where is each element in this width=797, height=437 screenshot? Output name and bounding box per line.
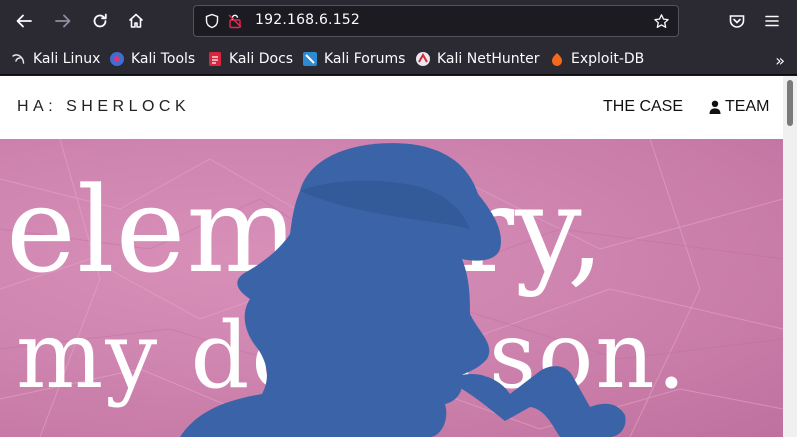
- bookmark-kali-tools[interactable]: Kali Tools: [109, 49, 195, 69]
- pocket-icon: [729, 15, 745, 28]
- bookmark-label: Kali Forums: [324, 51, 406, 67]
- shield-icon[interactable]: [204, 13, 220, 29]
- insecure-lock-icon[interactable]: [227, 13, 243, 29]
- kali-tools-icon: [110, 52, 124, 66]
- web-page: HA: SHERLOCK THE CASE TEAM elem tary, my: [0, 76, 783, 437]
- hero-banner: elem tary, my de vatson.: [0, 139, 783, 437]
- forward-arrow-icon: [55, 14, 71, 28]
- bookmark-star-icon[interactable]: [653, 13, 670, 30]
- back-arrow-icon: [16, 14, 32, 28]
- site-header: HA: SHERLOCK THE CASE TEAM: [0, 76, 783, 139]
- bookmark-kali-linux[interactable]: Kali Linux: [11, 49, 100, 69]
- home-button[interactable]: [123, 8, 149, 34]
- nav-the-case-label: THE CASE: [603, 98, 684, 115]
- bookmark-label: Kali NetHunter: [437, 51, 540, 67]
- kali-docs-icon: [209, 52, 221, 66]
- home-icon: [128, 13, 144, 28]
- user-icon: [709, 100, 721, 114]
- exploit-db-icon: [552, 53, 562, 66]
- nav-team-label: TEAM: [725, 98, 770, 115]
- nav-team[interactable]: TEAM: [709, 98, 769, 116]
- bookmark-kali-forums[interactable]: Kali Forums: [302, 49, 405, 69]
- scrollbar-thumb[interactable]: [787, 80, 793, 126]
- menu-button[interactable]: [761, 10, 783, 32]
- reload-icon: [93, 13, 107, 28]
- kali-forums-icon: [303, 52, 317, 66]
- bookmarks-toolbar: Kali Linux Kali Tools Kali Docs Kali For…: [0, 42, 797, 75]
- bookmark-kali-docs[interactable]: Kali Docs: [207, 49, 293, 69]
- bookmark-kali-nethunter[interactable]: Kali NetHunter: [415, 49, 539, 69]
- site-brand[interactable]: HA: SHERLOCK: [17, 98, 190, 116]
- kali-dragon-icon: [12, 54, 25, 64]
- bookmark-label: Kali Linux: [33, 51, 101, 67]
- sherlock-silhouette-image: [180, 143, 626, 437]
- bookmark-label: Exploit-DB: [571, 51, 645, 67]
- bookmark-exploit-db[interactable]: Exploit-DB: [549, 49, 644, 69]
- more-bookmarks-chevron-icon[interactable]: »: [775, 51, 785, 70]
- pocket-button[interactable]: [726, 10, 748, 32]
- browser-toolbar: 192.168.6.152: [0, 0, 797, 42]
- url-text[interactable]: 192.168.6.152: [255, 12, 360, 28]
- hamburger-menu-icon: [765, 15, 779, 27]
- bookmark-label: Kali Tools: [131, 51, 196, 67]
- page-scrollbar[interactable]: [783, 76, 797, 437]
- url-bar[interactable]: 192.168.6.152: [193, 5, 679, 37]
- bookmark-label: Kali Docs: [229, 51, 294, 67]
- forward-button[interactable]: [50, 8, 76, 34]
- kali-nethunter-icon: [416, 52, 430, 66]
- reload-button[interactable]: [87, 8, 113, 34]
- back-button[interactable]: [11, 8, 37, 34]
- nav-the-case[interactable]: THE CASE: [603, 98, 683, 116]
